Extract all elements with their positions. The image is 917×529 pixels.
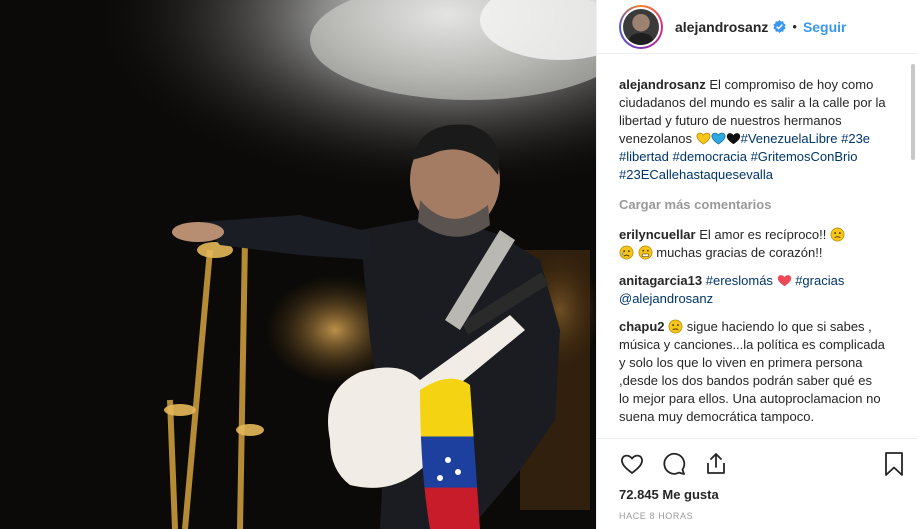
post-timestamp: HACE 8 HORAS — [619, 511, 694, 521]
comment-text: muchas gracias de corazón!! — [656, 245, 823, 260]
comment-text: El amor es recíproco!! — [699, 227, 827, 242]
share-icon[interactable] — [703, 451, 729, 477]
separator-dot: • — [792, 19, 797, 34]
comment-hashtag[interactable]: #ereslomás — [706, 273, 773, 288]
worried-face-icon — [668, 319, 683, 334]
yellow-heart-icon — [696, 132, 711, 145]
hashtag-venezuelalibre[interactable]: #VenezuelaLibre — [741, 131, 838, 146]
follow-button[interactable]: Seguir — [803, 19, 847, 35]
likes-count[interactable]: 72.845 Me gusta — [619, 487, 719, 502]
comment-username[interactable]: anitagarcia13 — [619, 273, 702, 288]
hashtag-democracia[interactable]: #democracia — [673, 149, 747, 164]
comment-username[interactable]: erilyncuellar — [619, 227, 696, 242]
avatar[interactable] — [619, 4, 663, 49]
post-photo[interactable] — [0, 0, 596, 529]
comment-username[interactable]: chapu2 — [619, 319, 665, 334]
concert-photo — [0, 0, 596, 529]
comments-scrollbar[interactable] — [911, 64, 915, 160]
sad-face-icon — [830, 227, 845, 242]
comment: chapu2 sigue haciendo lo que si sabes , … — [619, 318, 889, 426]
post-header: alejandrosanz • Seguir — [597, 0, 917, 54]
comments-list: alejandrosanz El compromiso de hoy como … — [619, 76, 889, 438]
comment-hashtag[interactable]: #gracias — [795, 273, 844, 288]
heart-icon[interactable] — [619, 451, 645, 477]
caption-username[interactable]: alejandrosanz — [619, 77, 706, 92]
comment: erilyncuellar El amor es recíproco!! muc… — [619, 226, 889, 262]
verified-icon — [773, 20, 787, 33]
comment: anitagarcia13 #ereslomás #gracias @aleja… — [619, 272, 889, 308]
hashtag-23ecallehastaquesevalla[interactable]: #23ECallehastaquesevalla — [619, 167, 773, 182]
hashtag-gritemosconbrio[interactable]: #GritemosConBrio — [751, 149, 858, 164]
comment-text: sigue haciendo lo que si sabes , música … — [619, 319, 885, 424]
black-heart-icon — [726, 133, 740, 145]
blue-heart-icon — [711, 132, 726, 145]
crying-face-icon — [619, 245, 634, 260]
comment-mention[interactable]: @alejandrosanz — [619, 291, 713, 306]
grimacing-face-icon — [638, 245, 653, 260]
header-username[interactable]: alejandrosanz — [675, 19, 768, 35]
hashtag-libertad[interactable]: #libertad — [619, 149, 669, 164]
comment-icon[interactable] — [661, 451, 687, 477]
red-heart-icon — [777, 275, 791, 287]
instagram-post: alejandrosanz • Seguir alejandrosanz El … — [0, 0, 917, 529]
bookmark-icon[interactable] — [882, 451, 906, 477]
hashtag-23e[interactable]: #23e — [841, 131, 870, 146]
avatar-image — [623, 8, 659, 45]
post-caption: alejandrosanz El compromiso de hoy como … — [619, 76, 889, 184]
load-more-comments-link[interactable]: Cargar más comentarios — [619, 196, 889, 214]
post-panel: alejandrosanz • Seguir alejandrosanz El … — [596, 0, 917, 529]
